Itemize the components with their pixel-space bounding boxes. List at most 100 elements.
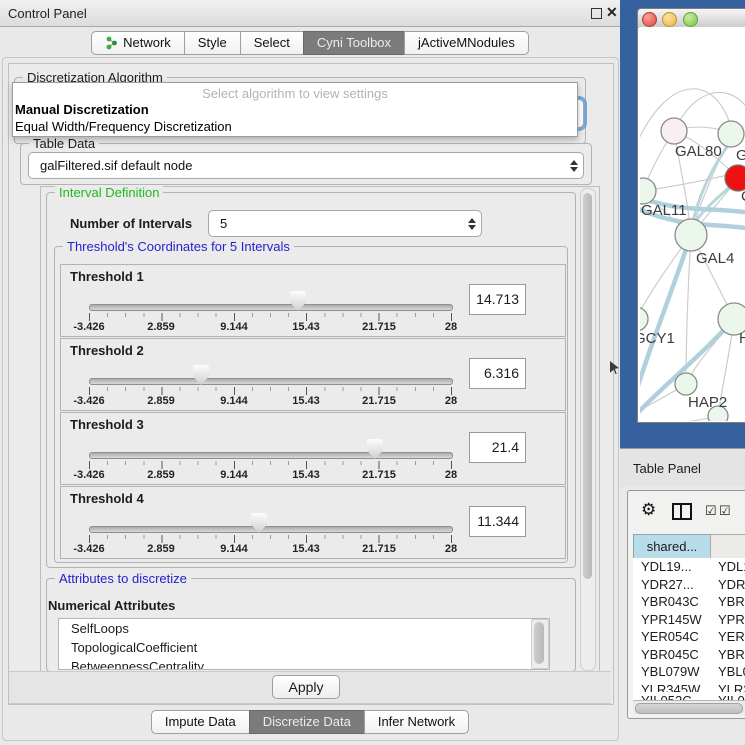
algorithm-hint: Select algorithm to view settings <box>13 83 577 101</box>
list-scrollbar-thumb[interactable] <box>534 622 544 664</box>
threshold-value-field[interactable]: 21.4 <box>469 432 526 463</box>
threshold-value-field[interactable]: 14.713 <box>469 284 526 315</box>
tab-infer-network[interactable]: Infer Network <box>364 710 469 734</box>
list-scrollbar[interactable] <box>531 619 549 669</box>
node-label-hap2: HAP2 <box>688 394 727 411</box>
numerical-attributes-list[interactable]: SelfLoops TopologicalCoefficient Between… <box>58 618 550 670</box>
tab-label: Infer Network <box>378 711 455 733</box>
tick-label: 21.715 <box>362 543 396 555</box>
stepper-icon <box>463 218 481 230</box>
tab-style[interactable]: Style <box>184 31 241 55</box>
table-row[interactable]: YPR145WYPR1 <box>633 611 745 629</box>
tick-label: 21.715 <box>362 395 396 407</box>
tab-label: Cyni Toolbox <box>317 32 391 54</box>
tab-label: Network <box>123 32 171 54</box>
table-row[interactable]: YDR27...YDR2 <box>633 576 745 594</box>
mac-zoom-button[interactable] <box>683 12 698 27</box>
tick-label: -3.426 <box>73 543 104 555</box>
mac-minimize-button[interactable] <box>662 12 677 27</box>
slider-track[interactable] <box>89 304 453 311</box>
threshold-value-field[interactable]: 6.316 <box>469 358 526 389</box>
table-row[interactable]: YER054CYER0 <box>633 628 745 646</box>
tab-impute-data[interactable]: Impute Data <box>151 710 250 734</box>
close-icon[interactable]: ✕ <box>606 4 618 21</box>
window-title: Control Panel <box>8 6 87 21</box>
list-item[interactable]: TopologicalCoefficient <box>59 638 549 657</box>
network-window-titlebar[interactable] <box>638 9 745 28</box>
network-icon <box>105 36 118 50</box>
network-canvas[interactable]: GAL80 G C GAL11 GAL4 GCY1 H HAP2 <box>639 27 745 421</box>
threshold-label: Threshold 2 <box>70 343 144 358</box>
list-item[interactable]: SelfLoops <box>59 619 549 638</box>
table-data-value: galFiltered.sif default node <box>29 158 565 173</box>
tick-label: 9.144 <box>220 543 248 555</box>
table-data-group-title: Table Data <box>29 136 99 151</box>
table-row[interactable]: YBR043CYBR0 <box>633 593 745 611</box>
apply-button[interactable]: Apply <box>272 675 340 699</box>
node-label-partial-h: H <box>739 330 745 347</box>
dropdown-option-manual[interactable]: Manual Discretization <box>13 101 577 118</box>
interval-definition-title: Interval Definition <box>55 185 163 200</box>
tick-label: -3.426 <box>73 321 104 333</box>
node-label-partial-c: C <box>741 188 745 205</box>
table-row[interactable]: YBL079WYBL0 <box>633 663 745 681</box>
threshold-label: Threshold 3 <box>70 417 144 432</box>
tick-label: 15.43 <box>292 395 320 407</box>
tab-discretize-data[interactable]: Discretize Data <box>249 710 365 734</box>
node-gal80[interactable] <box>661 118 687 144</box>
node-label-gal4: GAL4 <box>696 250 734 267</box>
num-intervals-combobox[interactable]: 5 <box>208 210 482 237</box>
tick-label: 9.144 <box>220 321 248 333</box>
num-intervals-label: Number of Intervals <box>70 216 192 231</box>
node-hap2[interactable] <box>675 373 697 395</box>
slider-track[interactable] <box>89 378 453 385</box>
slider-track[interactable] <box>89 452 453 459</box>
slider-major-ticks <box>89 461 452 469</box>
checkbox-icon[interactable]: ☑ <box>719 503 731 519</box>
tab-jactivemnodules[interactable]: jActiveMNodules <box>404 31 529 55</box>
slider-major-ticks <box>89 313 452 321</box>
column-header-name[interactable]: na <box>710 534 745 559</box>
horizontal-scrollbar[interactable] <box>633 700 745 714</box>
num-intervals-value: 5 <box>209 216 463 231</box>
tab-label: Impute Data <box>165 711 236 733</box>
table-row[interactable]: YBR045CYBR0 <box>633 646 745 664</box>
tick-label: -3.426 <box>73 469 104 481</box>
table-row[interactable]: YDL19...YDL1 <box>633 558 745 576</box>
tab-label: jActiveMNodules <box>418 32 515 54</box>
tab-select[interactable]: Select <box>240 31 304 55</box>
slider-track[interactable] <box>89 526 453 533</box>
node-gcy1[interactable] <box>640 307 648 331</box>
gear-icon[interactable]: ⚙ <box>641 500 656 520</box>
tab-network[interactable]: Network <box>91 31 185 55</box>
dropdown-option-equal-width[interactable]: Equal Width/Frequency Discretization <box>13 118 577 135</box>
tick-label: 28 <box>445 469 457 481</box>
tab-label: Style <box>198 32 227 54</box>
table-data-combobox[interactable]: galFiltered.sif default node <box>28 152 584 179</box>
vertical-scrollbar[interactable] <box>580 188 596 671</box>
node-partial-top[interactable] <box>718 121 744 147</box>
hscrollbar-thumb[interactable] <box>635 703 743 714</box>
column-header-shared[interactable]: shared... <box>633 534 711 559</box>
float-window-icon[interactable] <box>591 8 602 19</box>
tab-label: Discretize Data <box>263 711 351 733</box>
right-column: GAL80 G C GAL11 GAL4 GCY1 H HAP2 Table P… <box>620 0 745 745</box>
node-gal4[interactable] <box>675 219 707 251</box>
tick-label: 28 <box>445 321 457 333</box>
threshold-value-field[interactable]: 11.344 <box>469 506 526 537</box>
scrollbar-thumb[interactable] <box>583 193 592 579</box>
tab-cyni-toolbox[interactable]: Cyni Toolbox <box>303 31 405 55</box>
node-label-partial-g: G <box>736 147 745 164</box>
tick-label: 15.43 <box>292 321 320 333</box>
table-row[interactable]: YIL052CYIL0 <box>633 692 745 700</box>
split-pane-icon[interactable] <box>672 503 692 520</box>
control-panel-titlebar: Control Panel ✕ <box>0 0 620 27</box>
slider-major-ticks <box>89 535 452 543</box>
tick-label: 28 <box>445 395 457 407</box>
list-item[interactable]: BetweennessCentrality <box>59 657 549 670</box>
mac-close-button[interactable] <box>642 12 657 27</box>
threshold-label: Threshold 4 <box>70 491 144 506</box>
checkbox-icon[interactable]: ☑ <box>705 503 717 519</box>
threshold-1-panel: Threshold 1 -3.426 2.859 9.144 15.43 21.… <box>60 264 566 337</box>
threshold-4-panel: Threshold 4 -3.426 2.859 9.144 15.43 21.… <box>60 486 566 559</box>
